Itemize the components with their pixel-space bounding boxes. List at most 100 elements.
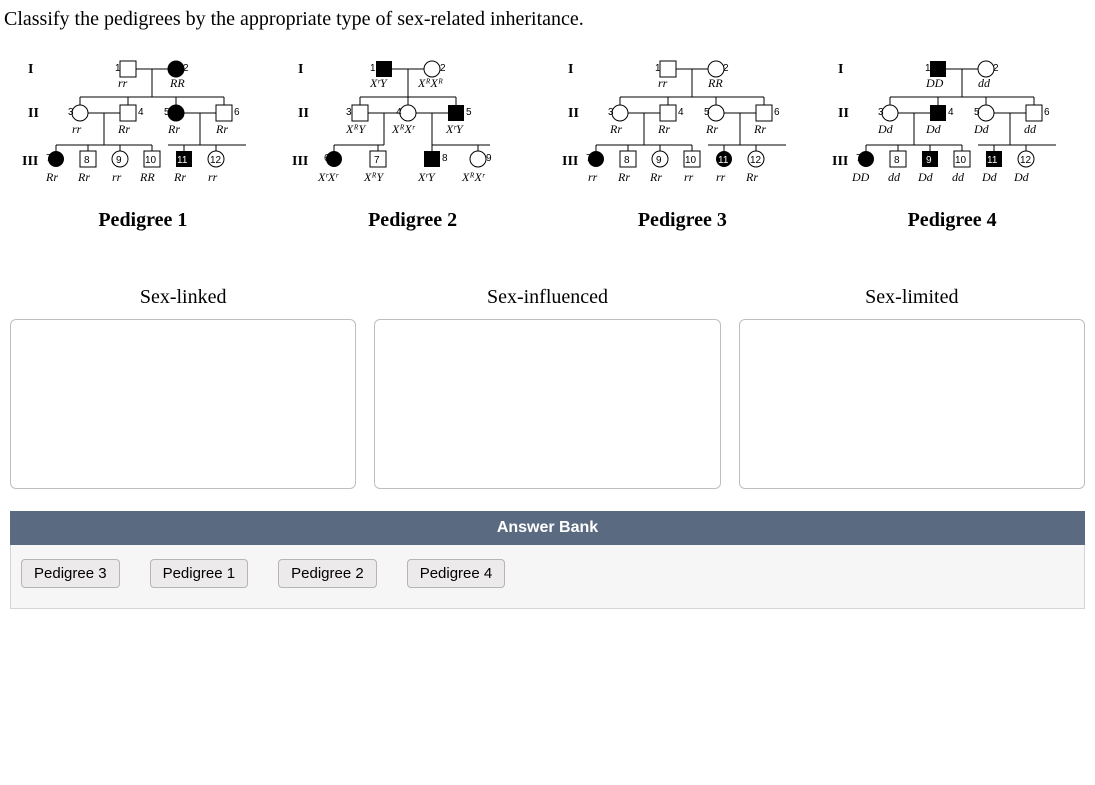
svg-text:10: 10 [145,155,157,166]
svg-text:9: 9 [926,155,932,166]
svg-text:8: 8 [894,155,900,166]
svg-text:Dd: Dd [917,170,934,184]
pedigree-3-caption: Pedigree 3 [638,209,727,232]
drop-label-sex-influenced: Sex-influenced [487,286,608,319]
svg-text:7: 7 [856,153,862,164]
svg-text:Rr: Rr [167,122,180,136]
drop-label-sex-linked: Sex-linked [140,286,227,319]
svg-text:6: 6 [774,107,780,118]
svg-text:Rr: Rr [657,122,670,136]
svg-text:rr: rr [658,76,668,90]
svg-text:I: I [28,62,33,77]
answer-bank: Answer Bank Pedigree 3 Pedigree 1 Pedigr… [10,511,1085,609]
drop-zones-row: Sex-linked Sex-influenced Sex-limited [0,236,1095,489]
chip-pedigree-4[interactable]: Pedigree 4 [407,559,506,588]
drop-zone-sex-influenced[interactable] [374,319,720,489]
svg-text:XʳXʳ: XʳXʳ [317,170,339,184]
svg-text:6: 6 [324,153,330,164]
svg-text:XʳY: XʳY [417,170,436,184]
svg-text:1: 1 [370,63,376,74]
drop-zone-sex-limited[interactable] [739,319,1085,489]
svg-text:Rr: Rr [215,122,228,136]
svg-text:5: 5 [466,107,472,118]
chip-pedigree-2[interactable]: Pedigree 2 [278,559,377,588]
svg-text:5: 5 [974,107,980,118]
svg-text:dd: dd [978,76,991,90]
svg-text:2: 2 [723,63,729,74]
svg-text:Rr: Rr [609,122,622,136]
svg-text:1: 1 [115,63,121,74]
svg-text:rr: rr [118,76,128,90]
svg-text:rr: rr [716,170,726,184]
svg-text:11: 11 [987,155,998,166]
svg-text:8: 8 [442,153,448,164]
svg-text:8: 8 [624,155,630,166]
svg-text:rr: rr [588,170,598,184]
pedigrees-row: I 1 2 rr RR II 3 4 5 6 rr Rr Rr Rr III 7… [0,43,1095,236]
pedigree-1-diagram: I 1 2 rr RR II 3 4 5 6 rr Rr Rr Rr III 7… [20,53,265,203]
svg-text:Dd: Dd [925,122,942,136]
svg-text:rr: rr [112,170,122,184]
svg-text:12: 12 [750,155,762,166]
svg-text:XᴿY: XᴿY [363,170,385,184]
svg-text:Rr: Rr [617,170,630,184]
svg-text:2: 2 [440,63,446,74]
svg-text:3: 3 [68,107,74,118]
pedigree-2: I 1 2 XʳY XᴿXᴿ II 3 4 5 XᴿY XᴿXʳ XʳY III… [278,53,548,232]
chip-pedigree-3[interactable]: Pedigree 3 [21,559,120,588]
svg-text:3: 3 [608,107,614,118]
svg-text:rr: rr [72,122,82,136]
drop-label-sex-limited: Sex-limited [865,286,958,319]
svg-text:III: III [562,154,578,169]
pedigree-3: I 1 2 rr RR II 3 4 5 6 Rr Rr Rr Rr III 7… [548,53,818,232]
svg-text:Rr: Rr [173,170,186,184]
svg-text:2: 2 [183,63,189,74]
svg-text:XʳY: XʳY [445,122,464,136]
chip-pedigree-1[interactable]: Pedigree 1 [150,559,249,588]
svg-text:5: 5 [704,107,710,118]
drop-zone-sex-linked[interactable] [10,319,356,489]
svg-text:II: II [28,106,39,121]
svg-text:XʳY: XʳY [369,76,388,90]
svg-text:4: 4 [678,107,684,118]
svg-text:3: 3 [878,107,884,118]
pedigree-2-diagram: I 1 2 XʳY XᴿXᴿ II 3 4 5 XᴿY XᴿXʳ XʳY III… [290,53,535,203]
svg-text:8: 8 [84,155,90,166]
svg-text:Rr: Rr [745,170,758,184]
svg-text:I: I [838,62,843,77]
svg-text:Rr: Rr [649,170,662,184]
drop-col-sex-linked: Sex-linked [10,286,356,489]
svg-text:XᴿXʳ: XᴿXʳ [391,122,416,136]
svg-text:Dd: Dd [1013,170,1030,184]
svg-text:12: 12 [1020,155,1032,166]
svg-text:XᴿY: XᴿY [345,122,367,136]
answer-bank-body: Pedigree 3 Pedigree 1 Pedigree 2 Pedigre… [10,545,1085,609]
answer-bank-header: Answer Bank [10,511,1085,545]
svg-text:6: 6 [234,107,240,118]
svg-text:I: I [568,62,573,77]
drop-col-sex-limited: Sex-limited [739,286,1085,489]
svg-text:rr: rr [684,170,694,184]
svg-text:4: 4 [138,107,144,118]
svg-text:III: III [22,154,38,169]
svg-text:9: 9 [486,153,492,164]
svg-text:4: 4 [948,107,954,118]
pedigree-4: I 1 2 DD dd II 3 4 5 6 Dd Dd Dd dd III 7… [817,53,1087,232]
svg-text:7: 7 [374,155,380,166]
svg-text:RR: RR [169,76,185,90]
svg-text:7: 7 [586,153,592,164]
svg-text:1: 1 [925,63,931,74]
svg-text:II: II [568,106,579,121]
svg-text:10: 10 [955,155,967,166]
svg-text:dd: dd [1024,122,1037,136]
svg-text:5: 5 [164,107,170,118]
pedigree-3-diagram: I 1 2 rr RR II 3 4 5 6 Rr Rr Rr Rr III 7… [560,53,805,203]
svg-text:1: 1 [655,63,661,74]
svg-text:6: 6 [1044,107,1050,118]
drop-col-sex-influenced: Sex-influenced [374,286,720,489]
svg-text:RR: RR [139,170,155,184]
pedigree-2-caption: Pedigree 2 [368,209,457,232]
svg-text:III: III [292,154,308,169]
svg-text:dd: dd [952,170,965,184]
pedigree-1-caption: Pedigree 1 [98,209,187,232]
